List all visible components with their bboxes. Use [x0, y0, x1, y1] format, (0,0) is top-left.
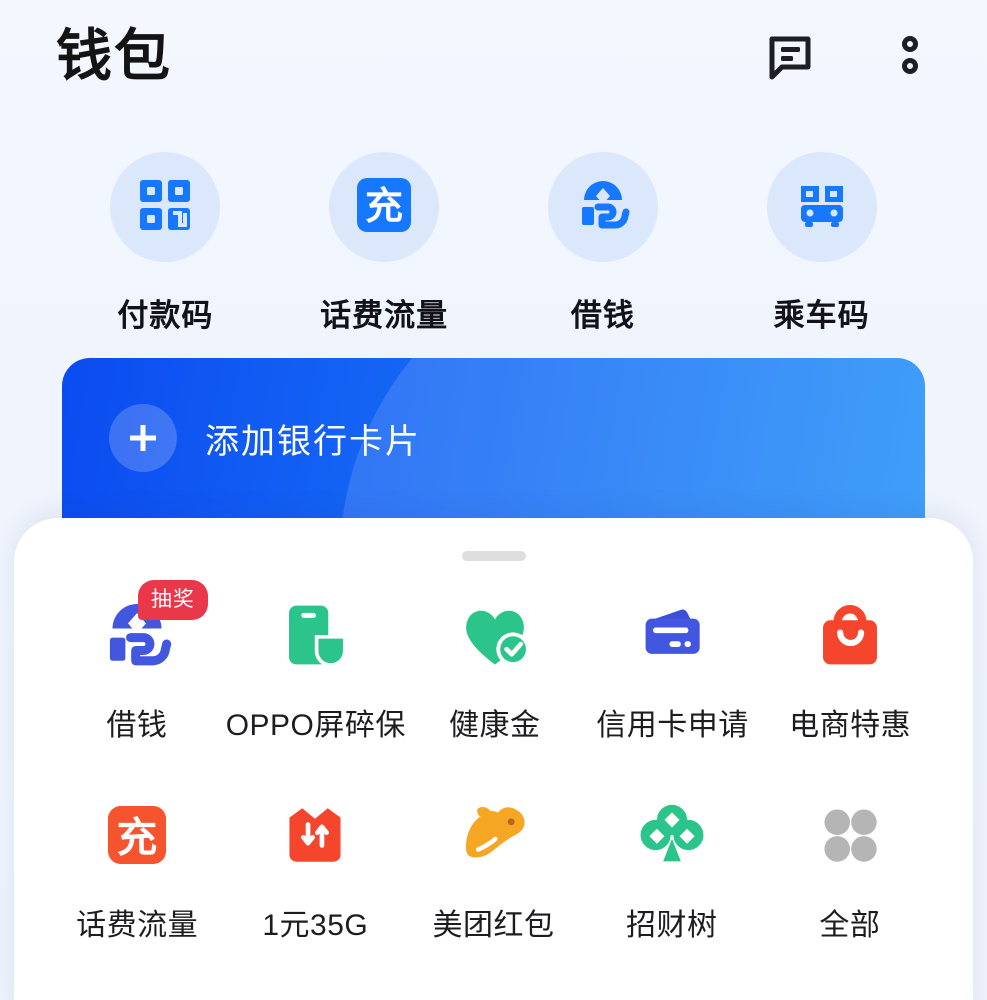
service-icon-wrap: [451, 794, 537, 880]
qr-payment-code-icon: [135, 175, 195, 240]
feedback-icon[interactable]: [761, 27, 819, 85]
recharge-chong-square-icon: 充: [101, 799, 173, 876]
service-item-screen-insurance[interactable]: OPPO屏碎保: [226, 594, 406, 744]
service-icon-wrap: [629, 794, 715, 880]
credit-card-wallet-icon: [633, 596, 711, 679]
quick-action-transit-code[interactable]: 乘车码: [712, 152, 931, 335]
service-icon-wrap: 充: [94, 794, 180, 880]
more-vertical-icon[interactable]: [881, 27, 939, 85]
service-label: 1元35G: [262, 909, 369, 942]
status-badge: 抽奖: [137, 580, 208, 620]
quick-action-circle: [110, 152, 221, 262]
page-title: 钱包: [56, 24, 172, 87]
quick-action-circle: [547, 152, 658, 262]
service-item-borrow[interactable]: 抽奖 借钱: [48, 580, 226, 744]
service-label: 电商特惠: [789, 709, 912, 742]
header-actions: [761, 27, 939, 85]
plus-icon[interactable]: [109, 404, 177, 472]
service-label: 美团红包: [432, 909, 555, 942]
quick-action-label: 付款码: [117, 298, 214, 333]
money-tree-icon: [633, 796, 711, 879]
service-icon-wrap: 抽奖: [94, 580, 208, 680]
svg-text:充: 充: [365, 186, 403, 228]
drag-handle[interactable]: [461, 551, 526, 561]
service-icon-wrap: [452, 594, 538, 680]
service-label: 信用卡申请: [596, 709, 749, 742]
phone-shield-icon: [278, 597, 354, 678]
service-icon-wrap: [273, 594, 359, 680]
shopping-bag-icon: [812, 597, 888, 678]
service-item-all[interactable]: 全部: [761, 794, 939, 944]
transit-bus-icon: [791, 174, 853, 241]
service-label: 借钱: [106, 709, 168, 742]
gift-box-arrows-icon: [279, 799, 351, 876]
quick-action-label: 乘车码: [773, 298, 870, 333]
app-header: 钱包: [0, 0, 987, 112]
recharge-chong-icon: 充: [353, 174, 415, 241]
service-item-ecommerce-deals[interactable]: 电商特惠: [761, 594, 939, 744]
quick-action-circle: [766, 152, 877, 262]
services-row: 抽奖 借钱 OPPO屏碎保 健康金 信用卡申请 电商特惠: [48, 580, 939, 744]
quick-action-mobile-recharge[interactable]: 充 话费流量: [275, 152, 494, 335]
borrow-money-coin-hand-icon: [572, 174, 634, 241]
quick-action-label: 话费流量: [320, 298, 449, 333]
add-bank-card-label: 添加银行卡片: [205, 422, 421, 461]
service-label: OPPO屏碎保: [225, 709, 406, 742]
meituan-kangaroo-icon: [453, 794, 535, 881]
services-grid: 抽奖 借钱 OPPO屏碎保 健康金 信用卡申请 电商特惠 充 话费流量 1元35…: [14, 580, 973, 994]
heart-check-icon: [455, 595, 535, 680]
quick-action-borrow[interactable]: 借钱: [494, 152, 713, 335]
service-item-meituan-coupon[interactable]: 美团红包: [404, 794, 582, 944]
services-bottom-sheet: 抽奖 借钱 OPPO屏碎保 健康金 信用卡申请 电商特惠 充 话费流量 1元35…: [14, 518, 973, 1000]
quick-action-circle: 充: [329, 152, 440, 262]
service-item-mobile-recharge[interactable]: 充 话费流量: [48, 794, 226, 944]
service-label: 话费流量: [76, 909, 199, 942]
services-row: 充 话费流量 1元35G 美团红包 招财树 全部: [48, 794, 939, 944]
grid-all-dots-icon: [814, 799, 886, 876]
service-icon-wrap: [629, 594, 715, 680]
quick-actions-row: 付款码 充 话费流量 借钱 乘车码: [0, 152, 987, 335]
service-icon-wrap: [807, 794, 893, 880]
wallet-screen: 钱包 付款码 充 话费流量 借钱 乘车码 添加银行卡片 抽奖 借钱 OPPO屏碎…: [0, 0, 987, 1000]
service-item-credit-card-apply[interactable]: 信用卡申请: [584, 594, 762, 744]
svg-text:充: 充: [117, 814, 158, 860]
service-icon-wrap: [807, 594, 893, 680]
service-label: 招财树: [625, 909, 718, 942]
service-item-data-package[interactable]: 1元35G: [226, 794, 404, 944]
service-item-health-fund[interactable]: 健康金: [406, 594, 584, 744]
quick-action-payment-code[interactable]: 付款码: [56, 152, 275, 335]
service-icon-wrap: [272, 794, 358, 880]
service-label: 健康金: [449, 709, 541, 742]
quick-action-label: 借钱: [570, 298, 635, 333]
service-label: 全部: [819, 909, 881, 942]
service-item-money-tree[interactable]: 招财树: [583, 794, 761, 944]
card-add-row: 添加银行卡片: [109, 404, 421, 472]
